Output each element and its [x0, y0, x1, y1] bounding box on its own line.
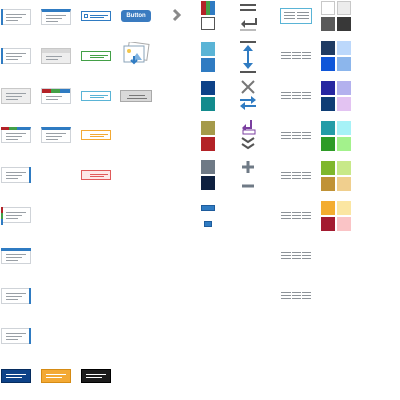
input-red[interactable]	[81, 170, 111, 180]
table-icon[interactable]	[281, 211, 311, 221]
minus-icon[interactable]	[240, 178, 256, 188]
palette-swatch[interactable]	[337, 97, 351, 111]
table-icon[interactable]	[281, 91, 311, 101]
multicolor-swatch[interactable]	[201, 1, 215, 15]
palette-swatch[interactable]	[337, 81, 351, 95]
palette-swatch[interactable]	[337, 17, 351, 31]
input-green[interactable]	[81, 51, 111, 61]
table-icon[interactable]	[281, 291, 311, 301]
palette-swatch[interactable]	[321, 1, 335, 15]
palette-swatch[interactable]	[321, 137, 335, 151]
card-filled-orange[interactable]	[41, 369, 71, 383]
palette-swatch[interactable]	[337, 137, 351, 151]
table-icon[interactable]	[281, 171, 311, 181]
card-right-accent[interactable]	[1, 288, 31, 304]
card-left-multicolor[interactable]	[1, 207, 31, 225]
palette-swatch[interactable]	[321, 17, 335, 31]
card-filled-navy[interactable]	[1, 369, 31, 383]
table-selected[interactable]	[280, 8, 312, 24]
close-icon[interactable]	[240, 80, 256, 94]
card-header-blue[interactable]	[41, 9, 71, 25]
palette-swatch[interactable]	[337, 121, 351, 135]
midnight-swatch[interactable]	[201, 176, 215, 190]
blue-bar-small[interactable]	[204, 221, 212, 227]
card-filled-black[interactable]	[81, 369, 111, 383]
palette-swatch[interactable]	[321, 81, 335, 95]
palette-swatch[interactable]	[321, 57, 335, 71]
palette-swatch[interactable]	[321, 177, 335, 191]
table-icon[interactable]	[281, 51, 311, 61]
teal-swatch[interactable]	[201, 42, 215, 56]
card-right-multicolor[interactable]	[1, 167, 31, 183]
olive-swatch[interactable]	[201, 121, 215, 135]
card-gray[interactable]	[1, 88, 31, 104]
palette-swatch[interactable]	[321, 121, 335, 135]
palette-swatch[interactable]	[321, 97, 335, 111]
plus-icon[interactable]	[240, 159, 256, 175]
blue-bar-large[interactable]	[201, 205, 215, 211]
input-blue[interactable]	[81, 11, 111, 21]
palette-swatch[interactable]	[337, 57, 351, 71]
card-multicolor-header[interactable]	[41, 88, 71, 104]
table-icon[interactable]	[281, 251, 311, 261]
button-widget[interactable]: Button	[121, 10, 151, 22]
palette-swatch[interactable]	[337, 161, 351, 175]
input-teal[interactable]	[81, 91, 111, 101]
palette-swatch[interactable]	[337, 41, 351, 55]
card-left-accent-2[interactable]	[1, 48, 31, 64]
card-top-multicolor[interactable]	[1, 127, 31, 143]
palette-swatch[interactable]	[321, 201, 335, 215]
input-orange[interactable]	[81, 130, 111, 140]
vertical-resize-icon[interactable]	[238, 40, 258, 74]
image-upload-icon	[122, 41, 150, 66]
chevron-right-icon[interactable]	[170, 8, 184, 22]
blue-swatch[interactable]	[201, 58, 215, 72]
navy-swatch[interactable]	[201, 81, 215, 95]
card-left-accent[interactable]	[1, 9, 31, 25]
dark-teal-swatch[interactable]	[201, 97, 215, 111]
palette-swatch[interactable]	[337, 177, 351, 191]
move-down-icon[interactable]	[239, 118, 257, 152]
swap-arrows-icon[interactable]	[239, 96, 257, 110]
collapse-lines-icon[interactable]	[238, 1, 258, 33]
palette-swatch[interactable]	[337, 201, 351, 215]
red-swatch[interactable]	[201, 137, 215, 151]
palette-swatch[interactable]	[337, 1, 351, 15]
white-swatch[interactable]	[201, 17, 215, 30]
palette-swatch[interactable]	[337, 217, 351, 231]
slate-swatch[interactable]	[201, 160, 215, 174]
card-right-accent-2[interactable]	[1, 328, 31, 344]
color-palette	[321, 1, 353, 241]
palette-swatch[interactable]	[321, 217, 335, 231]
table-icon[interactable]	[281, 131, 311, 141]
palette-swatch[interactable]	[321, 161, 335, 175]
card-top-accent[interactable]	[1, 248, 31, 264]
palette-swatch[interactable]	[321, 41, 335, 55]
gray-mini-card[interactable]	[120, 90, 152, 102]
card-gray-header[interactable]	[41, 48, 71, 64]
card-header-blue-2[interactable]	[41, 127, 71, 143]
